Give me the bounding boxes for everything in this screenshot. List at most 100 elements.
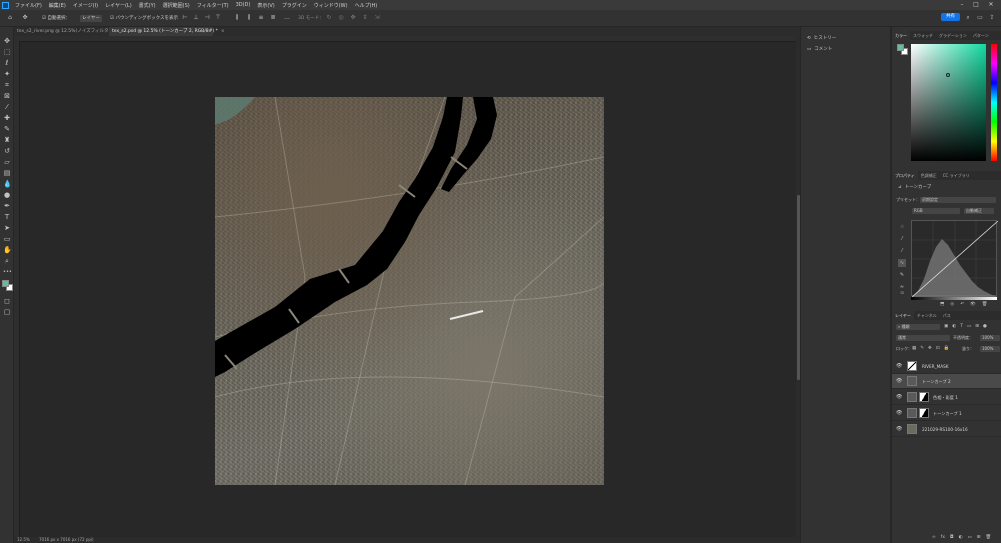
move-tool-icon[interactable]: ✥	[3, 37, 11, 45]
lock-artboard-icon[interactable]: ⊡	[936, 346, 940, 352]
zoom-tool-icon[interactable]: ⌕	[3, 257, 11, 265]
tab-properties[interactable]: プロパティ	[892, 171, 918, 180]
share-upload-icon[interactable]: ⇪	[989, 15, 995, 21]
blend-mode-dropdown[interactable]: 通常	[896, 335, 950, 341]
shape-tool-icon[interactable]: ▭	[3, 235, 11, 243]
channel-dropdown[interactable]: RGB	[912, 208, 960, 214]
foreground-color-swatch[interactable]	[2, 280, 9, 287]
more-options-icon[interactable]: …	[284, 15, 290, 21]
tab-adjustments[interactable]: 色調補正	[918, 171, 940, 180]
filter-pixel-icon[interactable]: ▣	[944, 324, 948, 330]
menu-layer[interactable]: レイヤー(L)	[105, 2, 132, 9]
healing-brush-tool-icon[interactable]: ✚	[3, 114, 11, 122]
dodge-tool-icon[interactable]: ●	[3, 191, 11, 199]
layer-row[interactable]: 👁 221029-RS100-16x16	[892, 422, 1001, 437]
gray-point-eyedropper-icon[interactable]: ⁄	[898, 247, 906, 255]
eyedropper-tool-icon[interactable]: ⁄	[3, 103, 11, 111]
distribute-spacing-icon[interactable]: ≣	[270, 15, 276, 21]
lasso-tool-icon[interactable]: ℓ	[3, 59, 11, 67]
foreground-color-swatch[interactable]	[897, 44, 904, 51]
auto-options-icon[interactable]: ⊡	[898, 289, 906, 297]
tab-layers[interactable]: レイヤー	[892, 311, 914, 320]
curve-edit-icon[interactable]: ∿	[898, 259, 906, 267]
tab-color[interactable]: カラー	[892, 31, 910, 40]
curves-graph[interactable]	[911, 220, 999, 298]
layer-row[interactable]: 👁 色相・彩度 1	[892, 390, 1001, 405]
menu-filter[interactable]: フィルター(T)	[197, 2, 229, 9]
pencil-curve-icon[interactable]: ✎	[898, 271, 906, 279]
quick-mask-icon[interactable]: ◻	[3, 297, 11, 305]
filter-adjustment-icon[interactable]: ◐	[952, 324, 956, 330]
lock-position-icon[interactable]: ✥	[928, 346, 932, 352]
photoshop-logo-icon[interactable]	[2, 1, 9, 9]
workspace-icon[interactable]: ▭	[977, 15, 983, 21]
search-icon[interactable]: ⌕	[965, 15, 971, 21]
add-mask-icon[interactable]: ◘	[950, 535, 954, 541]
align-left-icon[interactable]: ⊢	[182, 15, 188, 21]
tab-patterns[interactable]: パターン	[970, 31, 992, 40]
horizontal-ruler[interactable]	[14, 36, 796, 42]
type-tool-icon[interactable]: T	[3, 213, 11, 221]
visibility-eye-icon[interactable]: 👁	[896, 379, 902, 384]
new-adjustment-icon[interactable]: ◐	[959, 535, 963, 541]
distribute-icon[interactable]: ⫼	[234, 15, 240, 21]
tab-paths[interactable]: パス	[940, 311, 954, 320]
history-panel-button[interactable]: ⟲ ヒストリー	[807, 35, 836, 42]
layer-row[interactable]: 👁 RIVER_MASK	[892, 359, 1001, 374]
align-right-icon[interactable]: ⊣	[204, 15, 210, 21]
menu-help[interactable]: ヘルプ(H)	[355, 2, 378, 9]
lock-all-icon[interactable]: 🔒	[944, 346, 950, 352]
layer-mask-thumbnail[interactable]	[919, 392, 929, 402]
trash-icon[interactable]: 🗑	[982, 302, 988, 308]
close-window-icon[interactable]: ✕	[987, 1, 995, 9]
visibility-eye-icon[interactable]: 👁	[896, 364, 902, 369]
distribute-v-icon[interactable]: ≡	[258, 15, 264, 21]
color-picker-handle[interactable]	[946, 73, 950, 77]
stamp-tool-icon[interactable]: ♜	[3, 136, 11, 144]
clip-icon[interactable]: ⬒	[940, 302, 944, 308]
menu-plugins[interactable]: プラグイン	[282, 2, 307, 9]
menu-window[interactable]: ウィンドウ(W)	[314, 2, 348, 9]
menu-select[interactable]: 選択範囲(S)	[163, 2, 190, 9]
delete-layer-icon[interactable]: 🗑	[986, 535, 992, 541]
auto-select-target-dropdown[interactable]: レイヤー	[80, 15, 102, 22]
color-picker-field[interactable]	[911, 44, 986, 161]
tab-gradients[interactable]: グラデーション	[936, 31, 970, 40]
menu-3d[interactable]: 3D(D)	[236, 2, 251, 8]
new-layer-icon[interactable]: ⊞	[977, 535, 981, 541]
auto-button[interactable]: 自動補正	[964, 208, 994, 214]
blur-tool-icon[interactable]: 💧	[3, 180, 12, 188]
path-select-tool-icon[interactable]: ➤	[3, 224, 11, 232]
link-layers-icon[interactable]: ∞	[932, 535, 936, 541]
maximize-icon[interactable]: □	[972, 1, 980, 9]
menu-file[interactable]: ファイル(F)	[15, 2, 42, 9]
frame-tool-icon[interactable]: ⊠	[3, 92, 11, 100]
tab-swatches[interactable]: スウォッチ	[910, 31, 936, 40]
screen-mode-icon[interactable]: ▢	[3, 308, 11, 316]
menu-type[interactable]: 書式(Y)	[139, 2, 156, 9]
home-icon[interactable]: ⌂	[7, 15, 13, 21]
hand-tool-icon[interactable]: ✋	[3, 246, 12, 254]
fx-icon[interactable]: fx	[941, 535, 945, 541]
auto-select-checkbox[interactable]: ☑ 自動選択：	[42, 15, 70, 22]
zoom-level[interactable]: 12.5%	[17, 537, 30, 542]
crop-tool-icon[interactable]: ⌗	[3, 81, 11, 89]
layer-mask-thumbnail[interactable]	[919, 408, 929, 418]
visibility-eye-icon[interactable]: 👁	[896, 411, 902, 416]
layer-row-selected[interactable]: 👁 トーンカーブ 2	[892, 374, 1001, 389]
new-group-icon[interactable]: ▭	[968, 535, 972, 541]
opacity-input[interactable]: 100%	[980, 335, 1000, 341]
tab-channels[interactable]: チャンネル	[914, 311, 940, 320]
object-select-tool-icon[interactable]: ✦	[3, 70, 11, 78]
vertical-ruler[interactable]	[14, 41, 20, 537]
minimize-icon[interactable]: –	[958, 1, 966, 9]
reset-icon[interactable]: ↶	[960, 302, 964, 308]
menu-edit[interactable]: 編集(E)	[49, 2, 66, 9]
tab-cc-libraries[interactable]: CC ライブラリ	[940, 171, 973, 180]
pen-tool-icon[interactable]: ✒	[3, 202, 11, 210]
show-transform-checkbox[interactable]: ☑ バウンディングボックスを表示	[110, 15, 178, 22]
filter-toggle-icon[interactable]: ●	[983, 324, 987, 330]
brush-tool-icon[interactable]: ✎	[3, 125, 11, 133]
hue-slider[interactable]	[991, 44, 997, 161]
fill-input[interactable]: 100%	[980, 346, 1000, 352]
